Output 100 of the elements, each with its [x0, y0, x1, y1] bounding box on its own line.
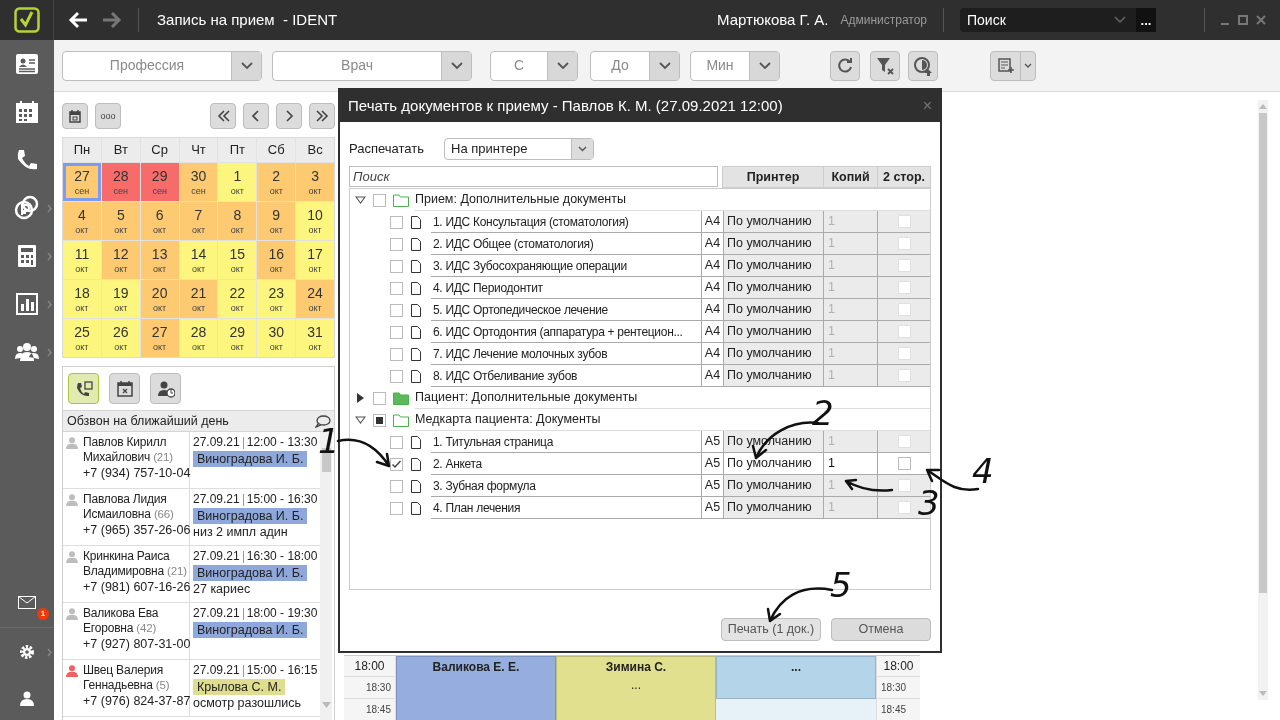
more-button[interactable]: ...: [1136, 8, 1156, 32]
calendar-day[interactable]: 10 окт: [296, 202, 334, 240]
refresh-button[interactable]: [830, 50, 860, 81]
document-name[interactable]: 2. ИДС Общее (стоматология): [431, 233, 701, 255]
checkbox[interactable]: [897, 325, 911, 338]
calendar-icon[interactable]: [14, 99, 40, 125]
calendar-day[interactable]: 11 окт: [63, 241, 101, 279]
document-name[interactable]: 7. ИДС Лечение молочных зубов: [431, 343, 701, 365]
previous-button[interactable]: [243, 103, 269, 129]
duplex-cell[interactable]: [877, 343, 930, 365]
scroll-up-icon[interactable]: [1259, 104, 1267, 109]
scroll-down-icon[interactable]: [1259, 691, 1267, 696]
calendar-day[interactable]: 6 окт: [140, 202, 179, 240]
checkbox[interactable]: [390, 281, 403, 295]
checkbox[interactable]: [390, 435, 403, 449]
calendar-day[interactable]: 15 окт: [218, 241, 257, 279]
document-name[interactable]: 8. ИДС Отбеливание зубов: [431, 365, 701, 387]
coins-icon[interactable]: [14, 195, 40, 221]
calendar-day[interactable]: 28 сен: [101, 163, 140, 201]
copies-cell[interactable]: 1: [823, 453, 877, 475]
appointment-block[interactable]: ...: [716, 656, 876, 699]
collapse-triangle-icon[interactable]: [355, 196, 366, 204]
calendar-day[interactable]: 16 окт: [257, 241, 296, 279]
printer-cell[interactable]: По умолчанию: [723, 343, 823, 365]
calendar-day[interactable]: 24 окт: [296, 280, 334, 318]
calendar-day[interactable]: 27 сен: [63, 163, 101, 201]
checkbox[interactable]: [390, 457, 403, 471]
calendar-day[interactable]: 31 окт: [296, 319, 334, 357]
checkbox[interactable]: [897, 303, 911, 316]
calendar-day[interactable]: 29 окт: [218, 319, 257, 357]
calendar-day[interactable]: 17 окт: [296, 241, 334, 279]
checkbox[interactable]: [390, 369, 403, 383]
calendar-day[interactable]: 29 сен: [140, 163, 179, 201]
logo-icon[interactable]: [13, 7, 40, 33]
calendar-day[interactable]: 9 окт: [257, 202, 296, 240]
checkbox[interactable]: [390, 215, 403, 229]
checkbox[interactable]: [373, 413, 386, 427]
user-icon[interactable]: [20, 690, 34, 706]
printer-cell[interactable]: По умолчанию: [723, 453, 823, 475]
calendar-day[interactable]: 3 окт: [296, 163, 334, 201]
tab-button[interactable]: [109, 373, 140, 404]
duplex-cell[interactable]: [877, 233, 930, 255]
document-name[interactable]: 3. ИДС Зубосохраняющие операции: [431, 255, 701, 277]
checkbox[interactable]: [390, 237, 403, 251]
printer-cell[interactable]: По умолчанию: [723, 321, 823, 343]
double-left-button[interactable]: [210, 103, 236, 129]
tab-button[interactable]: [150, 373, 181, 404]
printer-cell[interactable]: По умолчанию: [723, 365, 823, 387]
duplex-cell[interactable]: [877, 365, 930, 387]
next-button[interactable]: [276, 103, 302, 129]
appointment-block[interactable]: Зимина С. ...: [556, 656, 716, 720]
calendar-day[interactable]: 30 окт: [257, 319, 296, 357]
search-field[interactable]: Поиск: [349, 166, 718, 187]
printer-cell[interactable]: По умолчанию: [723, 233, 823, 255]
dropdown[interactable]: Мин: [690, 50, 780, 81]
calendar-day[interactable]: 30 сен: [179, 163, 218, 201]
more-button[interactable]: ooo: [95, 103, 121, 129]
contact-card-icon[interactable]: [14, 51, 40, 77]
back-arrow-icon[interactable]: [68, 11, 88, 29]
document-name[interactable]: 1. ИДС Консультация (стоматология): [431, 211, 701, 233]
today-button[interactable]: [62, 103, 88, 129]
checkbox[interactable]: [897, 237, 911, 250]
tab-button[interactable]: [68, 373, 99, 404]
maximize-icon[interactable]: [1238, 15, 1248, 25]
document-name[interactable]: 1. Титульная страница: [431, 431, 701, 453]
checkbox[interactable]: [390, 347, 403, 361]
calendar-day[interactable]: 22 окт: [218, 280, 257, 318]
printer-cell[interactable]: По умолчанию: [723, 497, 823, 519]
checkbox[interactable]: [897, 347, 911, 360]
calendar-day[interactable]: 1 окт: [218, 163, 257, 201]
calendar-day[interactable]: 21 окт: [179, 280, 218, 318]
checkbox[interactable]: [373, 193, 386, 207]
calendar-day[interactable]: 26 окт: [101, 319, 140, 357]
checkbox[interactable]: [390, 303, 403, 317]
checkbox[interactable]: [897, 501, 911, 514]
print-target-dropdown[interactable]: На принтере: [444, 138, 594, 160]
calendar-day[interactable]: 14 окт: [179, 241, 218, 279]
print-button[interactable]: Печать (1 док.): [721, 618, 821, 641]
duplex-cell[interactable]: [877, 453, 930, 475]
document-name[interactable]: 4. План лечения: [431, 497, 701, 519]
checkbox[interactable]: [897, 457, 911, 470]
search-field[interactable]: Поиск ...: [960, 8, 1156, 32]
calendar-day[interactable]: 19 окт: [101, 280, 140, 318]
calendar-day[interactable]: 25 окт: [63, 319, 101, 357]
add-document-button[interactable]: [990, 50, 1036, 81]
checkbox[interactable]: [390, 259, 403, 273]
duplex-cell[interactable]: [877, 321, 930, 343]
checkbox[interactable]: [390, 501, 403, 515]
collapse-triangle-icon[interactable]: [355, 416, 366, 424]
mail-icon[interactable]: [18, 596, 36, 609]
settings-icon[interactable]: [19, 644, 35, 660]
calendar-day[interactable]: 20 окт: [140, 280, 179, 318]
double-right-button[interactable]: [309, 103, 335, 129]
clear-filter-button[interactable]: [870, 50, 900, 81]
appointment-block[interactable]: Валикова Е. Е.: [396, 656, 556, 720]
checkbox[interactable]: [897, 435, 911, 448]
document-name[interactable]: 5. ИДС Ортопедическое лечение: [431, 299, 701, 321]
checkbox[interactable]: [897, 479, 911, 492]
calendar-day[interactable]: 8 окт: [218, 202, 257, 240]
printer-cell[interactable]: По умолчанию: [723, 277, 823, 299]
